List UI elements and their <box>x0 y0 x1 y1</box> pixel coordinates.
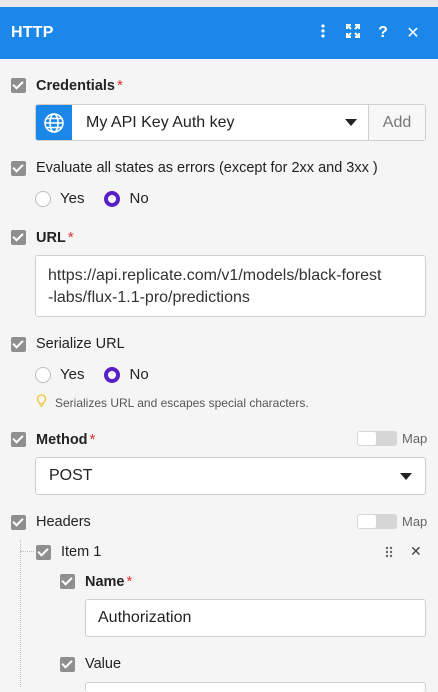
chevron-down-icon[interactable] <box>334 105 368 140</box>
header-value-row: Value <box>60 656 121 672</box>
expand-icon[interactable] <box>338 23 368 43</box>
collapse-checkbox-icon[interactable] <box>11 432 26 447</box>
headers-label: Headers <box>36 514 91 530</box>
chevron-down-icon[interactable] <box>400 473 412 480</box>
headers-row: Headers <box>11 514 91 530</box>
header-item-title: Item 1 <box>61 544 102 560</box>
close-icon[interactable]: ✕ <box>398 23 428 43</box>
headers-map-toggle[interactable]: Map <box>357 514 427 529</box>
url-label: URL <box>36 229 66 246</box>
serialize-hint-row: Serializes URL and escapes special chara… <box>36 394 309 412</box>
credentials-value: My API Key Auth key <box>86 113 235 131</box>
evaluate-yes-radio[interactable] <box>35 190 51 207</box>
module-header: HTTP ? ✕ <box>0 7 438 59</box>
collapse-checkbox-icon[interactable] <box>11 336 26 352</box>
evaluate-no-label: No <box>129 190 149 207</box>
required-mark: * <box>116 77 123 94</box>
drag-handle-icon[interactable] <box>385 545 393 562</box>
header-value-input[interactable] <box>85 682 426 692</box>
lightbulb-icon <box>36 394 47 412</box>
serialize-label: Serialize URL <box>36 336 125 352</box>
url-field[interactable]: https://api.replicate.com/v1/models/blac… <box>35 255 426 317</box>
map-label: Map <box>402 431 428 446</box>
required-mark: * <box>67 229 74 246</box>
method-map-toggle[interactable]: Map <box>357 431 427 446</box>
header-name-input[interactable]: Authorization <box>85 599 426 637</box>
url-line-1: https://api.replicate.com/v1/models/blac… <box>48 267 382 284</box>
credentials-label: Credentials <box>36 77 115 94</box>
collapse-checkbox-icon[interactable] <box>60 656 75 672</box>
more-vertical-icon[interactable] <box>308 23 338 43</box>
collapse-checkbox-icon[interactable] <box>11 230 26 245</box>
header-name-label: Name <box>85 573 125 590</box>
serialize-row: Serialize URL <box>11 336 125 352</box>
header-name-value: Authorization <box>98 609 192 626</box>
header-name-row: Name * <box>60 573 132 590</box>
help-icon[interactable]: ? <box>368 24 398 42</box>
evaluate-row: Evaluate all states as errors (except fo… <box>11 160 378 176</box>
url-line-2: -labs/flux-1.1-pro/predictions <box>48 289 250 306</box>
collapse-checkbox-icon[interactable] <box>36 544 51 560</box>
collapse-checkbox-icon[interactable] <box>11 514 26 530</box>
add-credentials-button[interactable]: Add <box>368 105 425 140</box>
serialize-yes-radio[interactable] <box>35 366 51 383</box>
map-label: Map <box>402 514 428 529</box>
method-select[interactable]: POST <box>35 457 426 495</box>
method-row: Method * <box>11 431 95 448</box>
serialize-no-label: No <box>129 366 149 383</box>
tree-line <box>20 540 21 687</box>
credentials-select[interactable]: My API Key Auth key Add <box>35 104 426 141</box>
module-title: HTTP <box>11 24 54 41</box>
serialize-no-radio[interactable] <box>104 366 121 383</box>
header-actions: ? ✕ <box>308 7 428 59</box>
required-mark: * <box>126 573 133 590</box>
serialize-yes-label: Yes <box>60 366 85 383</box>
top-strip <box>0 0 438 7</box>
url-row: URL * <box>11 229 74 246</box>
header-value-label: Value <box>85 656 122 672</box>
evaluate-yes-label: Yes <box>60 190 85 207</box>
collapse-checkbox-icon[interactable] <box>11 160 26 176</box>
evaluate-label: Evaluate all states as errors (except fo… <box>36 160 378 176</box>
credentials-row: Credentials * <box>11 77 123 94</box>
globe-icon <box>36 105 72 140</box>
method-value: POST <box>49 467 93 484</box>
map-toggle[interactable] <box>357 514 397 529</box>
remove-item-icon[interactable]: ✕ <box>410 543 422 560</box>
collapse-checkbox-icon[interactable] <box>60 574 75 589</box>
serialize-options: Yes No <box>35 366 169 383</box>
map-toggle[interactable] <box>357 431 397 446</box>
evaluate-no-radio[interactable] <box>104 190 121 207</box>
collapse-checkbox-icon[interactable] <box>11 78 26 93</box>
method-label: Method <box>36 431 88 448</box>
tree-branch <box>20 551 34 552</box>
header-item-row: Item 1 <box>36 544 101 560</box>
evaluate-options: Yes No <box>35 190 169 207</box>
serialize-hint: Serializes URL and escapes special chara… <box>55 396 309 410</box>
required-mark: * <box>89 431 96 448</box>
